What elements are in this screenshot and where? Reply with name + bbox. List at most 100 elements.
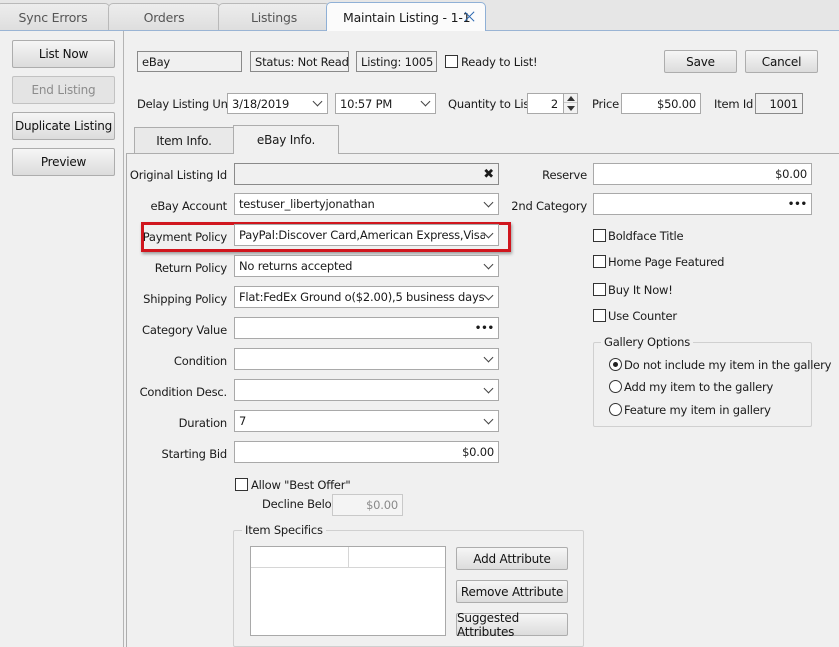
tab-item-info[interactable]: Item Info. xyxy=(134,127,234,154)
use-counter-checkbox[interactable] xyxy=(593,309,606,322)
shipping-policy-label: Shipping Policy xyxy=(143,292,227,306)
chevron-down-icon xyxy=(483,259,494,269)
ebay-account-select[interactable]: testuser_libertyjonathan xyxy=(234,193,499,215)
reserve-label: Reserve xyxy=(542,168,587,182)
delay-time-value: 10:57 PM xyxy=(340,96,393,111)
return-policy-label: Return Policy xyxy=(154,261,227,275)
tab-maintain-listing[interactable]: Maintain Listing - 1-1 xyxy=(326,2,486,31)
shipping-policy-value: Flat:FedEx Ground o($2.00),5 business da… xyxy=(239,290,485,304)
tab-label: Maintain Listing - 1-1 xyxy=(343,9,471,25)
gallery-none-label: Do not include my item in the gallery xyxy=(624,358,832,372)
duration-label: Duration xyxy=(178,416,228,430)
gallery-feature-radio[interactable] xyxy=(609,403,622,416)
condition-label: Condition xyxy=(173,354,227,368)
gallery-add-radio[interactable] xyxy=(609,380,622,393)
buy-it-now-label: Buy It Now! xyxy=(608,283,673,297)
remove-attribute-button[interactable]: Remove Attribute xyxy=(456,580,568,603)
delay-listing-label: Delay Listing Until xyxy=(137,97,238,111)
payment-policy-select[interactable]: PayPal:Discover Card,American Express,Vi… xyxy=(234,224,499,246)
chevron-down-icon xyxy=(420,96,431,107)
chevron-down-icon xyxy=(483,197,494,207)
cancel-button[interactable]: Cancel xyxy=(745,50,818,73)
condition-desc-select[interactable] xyxy=(234,379,499,401)
chevron-down-icon xyxy=(483,414,494,424)
add-attribute-button[interactable]: Add Attribute xyxy=(456,547,568,570)
quantity-value: 2 xyxy=(550,96,558,111)
end-listing-button: End Listing xyxy=(12,76,115,104)
channel-field: eBay xyxy=(137,51,242,72)
ellipsis-icon[interactable]: ••• xyxy=(788,199,807,210)
tab-label: Sync Errors xyxy=(18,9,88,25)
gallery-feature-label: Feature my item in gallery xyxy=(624,403,771,417)
duration-value: 7 xyxy=(239,414,247,428)
document-tab-bar: Sync Errors Orders Listings Maintain Lis… xyxy=(0,0,839,31)
item-id-field: 1001 xyxy=(755,93,803,114)
decline-below-label: Decline Below xyxy=(262,497,341,511)
quantity-label: Quantity to List xyxy=(448,97,534,111)
delay-date-picker[interactable]: 3/18/2019 xyxy=(227,93,328,114)
category-value-label: Category Value xyxy=(142,323,227,337)
gallery-add-label: Add my item to the gallery xyxy=(624,380,774,394)
starting-bid-input[interactable]: $0.00 xyxy=(234,441,499,463)
payment-policy-label: Payment Policy xyxy=(142,230,227,244)
list-now-button[interactable]: List Now xyxy=(12,40,115,68)
ebay-account-value: testuser_libertyjonathan xyxy=(239,197,375,211)
duplicate-listing-button[interactable]: Duplicate Listing xyxy=(12,112,115,140)
suggested-attributes-button[interactable]: Suggested Attributes xyxy=(456,611,568,639)
delay-time-picker[interactable]: 10:57 PM xyxy=(335,93,436,114)
second-category-label: 2nd Category xyxy=(511,199,587,213)
price-label: Price xyxy=(592,97,620,111)
ellipsis-icon[interactable]: ••• xyxy=(475,323,494,334)
decline-below-input: $0.00 xyxy=(332,494,403,516)
original-listing-id-label: Original Listing Id xyxy=(129,168,227,182)
clear-icon[interactable]: ✖ xyxy=(483,167,494,182)
tab-sync-errors[interactable]: Sync Errors xyxy=(0,3,110,30)
listing-number-field: Listing: 1005 xyxy=(356,51,437,72)
gallery-options-title: Gallery Options xyxy=(601,335,693,349)
spinner-arrows-icon[interactable] xyxy=(563,94,577,113)
duration-select[interactable]: 7 xyxy=(234,410,499,432)
tab-ebay-info[interactable]: eBay Info. xyxy=(233,125,339,154)
status-field: Status: Not Ready xyxy=(250,51,349,72)
buy-it-now-checkbox[interactable] xyxy=(593,283,606,296)
tab-label: Listings xyxy=(250,9,298,25)
return-policy-value: No returns accepted xyxy=(239,259,353,273)
home-page-featured-checkbox[interactable] xyxy=(593,255,606,268)
allow-best-offer-label: Allow "Best Offer" xyxy=(251,478,351,492)
ebay-account-label: eBay Account xyxy=(150,199,227,213)
category-value-field[interactable]: ••• xyxy=(234,317,499,339)
price-input[interactable]: $50.00 xyxy=(621,93,701,114)
original-listing-id-field[interactable]: ✖ xyxy=(234,163,499,185)
tab-label: Orders xyxy=(143,9,185,25)
item-specifics-grid[interactable] xyxy=(250,546,446,636)
tab-orders[interactable]: Orders xyxy=(108,3,220,30)
chevron-down-icon xyxy=(483,383,494,393)
home-page-featured-label: Home Page Featured xyxy=(608,255,725,269)
second-category-field[interactable]: ••• xyxy=(593,193,812,215)
payment-policy-value: PayPal:Discover Card,American Express,Vi… xyxy=(239,228,485,242)
save-button[interactable]: Save xyxy=(664,50,737,73)
boldface-title-checkbox[interactable] xyxy=(593,229,606,242)
reserve-input[interactable]: $0.00 xyxy=(593,163,812,185)
item-specifics-title: Item Specifics xyxy=(242,523,326,537)
boldface-title-label: Boldface Title xyxy=(608,229,684,243)
item-id-label: Item Id xyxy=(714,97,754,111)
ready-to-list-label: Ready to List! xyxy=(461,55,538,69)
allow-best-offer-checkbox[interactable] xyxy=(235,478,248,491)
condition-select[interactable] xyxy=(234,348,499,370)
condition-desc-label: Condition Desc. xyxy=(139,385,228,399)
starting-bid-label: Starting Bid xyxy=(161,447,227,461)
grid-column-divider xyxy=(348,547,349,568)
tab-listings[interactable]: Listings xyxy=(218,3,330,30)
chevron-down-icon xyxy=(312,96,323,107)
use-counter-label: Use Counter xyxy=(608,309,677,323)
preview-button[interactable]: Preview xyxy=(12,148,115,176)
quantity-stepper[interactable]: 2 xyxy=(527,93,578,114)
delay-date-value: 3/18/2019 xyxy=(232,96,290,111)
return-policy-select[interactable]: No returns accepted xyxy=(234,255,499,277)
shipping-policy-select[interactable]: Flat:FedEx Ground o($2.00),5 business da… xyxy=(234,286,499,308)
chevron-down-icon xyxy=(483,228,494,238)
ready-to-list-checkbox[interactable] xyxy=(445,55,458,68)
close-icon[interactable] xyxy=(464,11,475,22)
gallery-none-radio[interactable] xyxy=(609,358,622,371)
